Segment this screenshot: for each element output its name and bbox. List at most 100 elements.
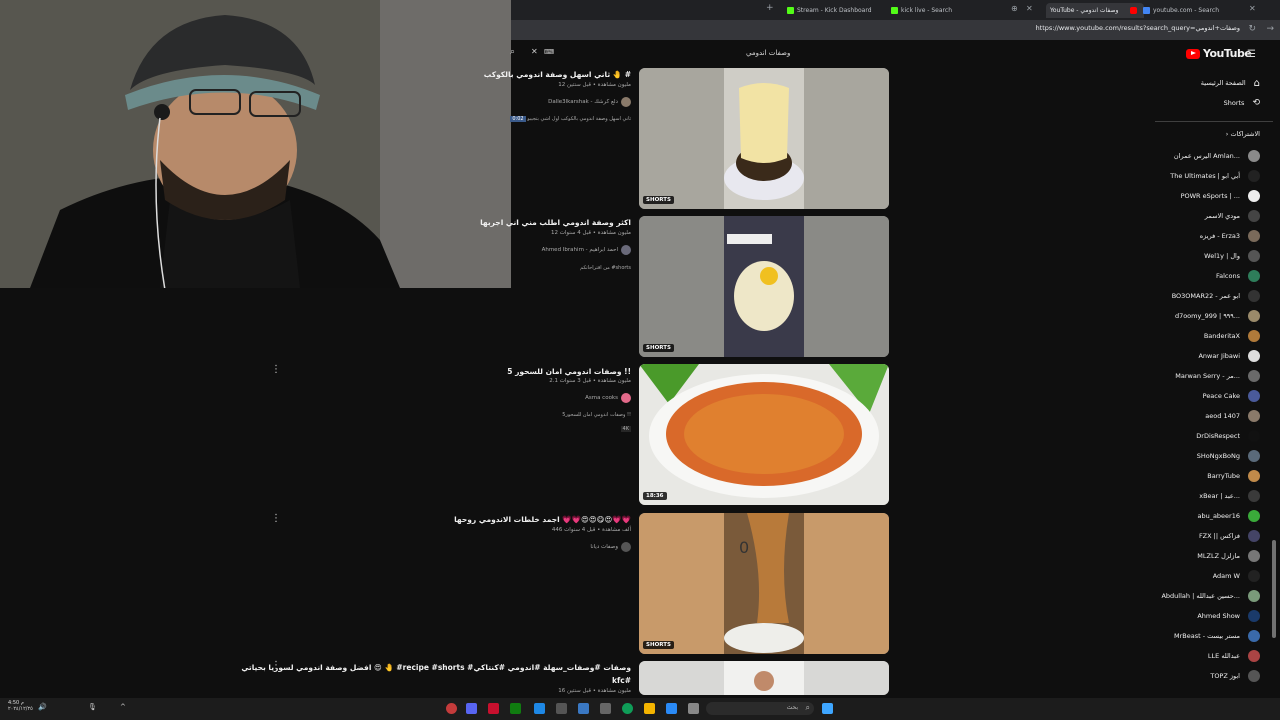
app-icon[interactable]: [534, 703, 545, 714]
close-tab-icon[interactable]: ✕: [1249, 4, 1256, 13]
sidebar-subscription-item[interactable]: BanderitaX: [1204, 328, 1260, 344]
subscription-name: MLZLZ مازلزل: [1197, 552, 1240, 560]
search-input[interactable]: وصفات اندومي: [746, 49, 790, 57]
sidebar-subscription-item[interactable]: SHoNgxBoNg: [1197, 448, 1260, 464]
video-thumbnail[interactable]: [639, 661, 889, 695]
tab-kick-dashboard[interactable]: Stream - Kick Dashboard: [787, 3, 887, 18]
search-icon[interactable]: ⌕: [510, 47, 515, 57]
sidebar-subscription-item[interactable]: BO3OMAR22 - ابو عمر: [1172, 288, 1260, 304]
subscription-name: Ahmed Show: [1197, 612, 1240, 620]
shorts-icon: ⟲: [1252, 98, 1260, 108]
channel-avatar: [1248, 330, 1260, 342]
more-options-icon[interactable]: ⋮: [271, 513, 281, 524]
app-icon[interactable]: [666, 703, 677, 714]
sidebar-subscription-item[interactable]: مودي الاسمر: [1205, 208, 1260, 224]
channel-avatar: [1248, 350, 1260, 362]
sidebar-subscription-item[interactable]: FZX || فزاكس: [1199, 528, 1260, 544]
channel-avatar: [1248, 670, 1260, 682]
video-thumbnail[interactable]: 18:36: [639, 364, 889, 505]
video-title[interactable]: اكثر وصفة اندومي اطلب مني اني اجربها: [480, 218, 631, 227]
channel-avatar[interactable]: [621, 245, 631, 255]
microphone-icon[interactable]: 🎙: [88, 703, 97, 711]
sidebar-subscription-item[interactable]: Falcons: [1216, 268, 1260, 284]
sidebar-subscription-item[interactable]: Peace Cake: [1203, 388, 1260, 404]
sidebar-subscription-item[interactable]: BarryTube: [1207, 468, 1260, 484]
youtube-play-icon: [1186, 48, 1200, 59]
video-title[interactable]: 5 وصفات اندومي امان للسحور !!: [507, 367, 631, 376]
channel-link[interactable]: Dalle3lkarshak - دلع كرشك: [548, 97, 631, 107]
sidebar-item-shorts[interactable]: Shorts ⟲: [1224, 95, 1260, 111]
channel-link[interactable]: Asma cooks: [585, 393, 631, 403]
new-tab-icon[interactable]: +: [766, 3, 774, 13]
video-thumbnail[interactable]: 0 SHORTS: [639, 513, 889, 654]
video-thumbnail[interactable]: SHORTS: [639, 216, 889, 357]
video-thumbnail[interactable]: SHORTS: [639, 68, 889, 209]
sidebar-subscription-item[interactable]: POWR eSports | ...: [1181, 188, 1260, 204]
sidebar-subscription-item[interactable]: The Ultimates | أبي ابو: [1170, 168, 1260, 184]
app-icon[interactable]: [688, 703, 699, 714]
channel-avatar[interactable]: [621, 393, 631, 403]
sidebar-item-home[interactable]: الصفحة الرئيسية ⌂: [1201, 75, 1260, 91]
thumbnail-image: 0: [639, 513, 889, 654]
chevron-up-icon[interactable]: ^: [120, 703, 126, 711]
address-bar[interactable]: https://www.youtube.com/results?search_q…: [511, 20, 1280, 40]
taskbar-search[interactable]: ⌕ بحث: [706, 702, 814, 715]
edge-icon[interactable]: [622, 703, 633, 714]
taskbar-clock[interactable]: 4:50 م ٢٠٢٤/١٢/٢٥: [8, 700, 33, 712]
close-tab-icon[interactable]: ✕: [1026, 4, 1033, 13]
reload-icon[interactable]: ↻: [1248, 24, 1256, 34]
timestamp-chip[interactable]: 0:02: [510, 116, 526, 122]
app-icon[interactable]: [578, 703, 589, 714]
channel-avatar: [1248, 630, 1260, 642]
sidebar-subscription-item[interactable]: TOPZ ابوز: [1210, 668, 1260, 684]
subscription-name: POWR eSports | ...: [1180, 192, 1240, 200]
sidebar-subscription-item[interactable]: aeod 1407: [1205, 408, 1260, 424]
video-title[interactable]: اجمد خلطات الاندومي روحها 💗💗😍😍😋😍💗💗: [454, 515, 631, 524]
sidebar-subscription-item[interactable]: LLE عبدالله: [1208, 648, 1260, 664]
file-explorer-icon[interactable]: [644, 703, 655, 714]
video-title[interactable]: افضل وصفة اندومي لسوريا بحياتي 😍 🤚 #reci…: [241, 663, 631, 672]
sidebar-subscription-item[interactable]: d7oomy_999 | ٩٩٩...: [1175, 308, 1260, 324]
windows-start-icon[interactable]: [822, 703, 833, 714]
channel-link[interactable]: وصفات ديانا: [590, 542, 631, 552]
sidebar-subscription-item[interactable]: xBear | عبد...: [1199, 488, 1260, 504]
sidebar-subscription-item[interactable]: Marwan Serry - مر...: [1175, 368, 1260, 384]
sidebar-subscription-item[interactable]: DrDisRespect: [1196, 428, 1260, 444]
sidebar-subscription-item[interactable]: Ahmed Show: [1197, 608, 1260, 624]
app-icon[interactable]: [600, 703, 611, 714]
sidebar-subscription-item[interactable]: MrBeast - مستر بيست: [1174, 628, 1260, 644]
tab-youtube-search[interactable]: youtube.com - Search: [1143, 3, 1243, 18]
close-tab-icon[interactable]: ⊕: [1011, 4, 1018, 13]
sidebar-subscription-item[interactable]: Wel1y | وال: [1204, 248, 1260, 264]
app-icon[interactable]: [488, 703, 499, 714]
sidebar-subscription-item[interactable]: abu_abeer16: [1197, 508, 1260, 524]
channel-avatar[interactable]: [621, 97, 631, 107]
sidebar-subscription-item[interactable]: اليرس عمران Amlan...: [1174, 148, 1260, 164]
tab-kick-search[interactable]: kick live - Search: [891, 3, 1011, 18]
app-icon[interactable]: [556, 703, 567, 714]
clear-search-icon[interactable]: ✕: [531, 47, 538, 56]
xbox-icon[interactable]: [510, 703, 521, 714]
sidebar-subscription-item[interactable]: MLZLZ مازلزل: [1197, 548, 1260, 564]
video-title-continued[interactable]: kfc#: [612, 676, 631, 685]
sidebar-subscription-item[interactable]: Anwar Jibawi: [1198, 348, 1260, 364]
sidebar-scrollbar[interactable]: [1272, 540, 1276, 638]
channel-link[interactable]: Ahmed Ibrahim - احمد ابراهيم: [542, 245, 631, 255]
discord-icon[interactable]: [466, 703, 477, 714]
back-icon[interactable]: →: [1266, 24, 1274, 34]
video-title[interactable]: ثاني اسهل وصفة اندومي بالكوكب 🤚 #: [484, 70, 631, 79]
more-options-icon[interactable]: ⋮: [271, 364, 281, 375]
speaker-icon[interactable]: 🔊: [38, 703, 47, 711]
more-options-icon[interactable]: ⋮: [271, 660, 281, 671]
url-text[interactable]: https://www.youtube.com/results?search_q…: [1036, 24, 1240, 32]
sidebar-subscription-item[interactable]: Abdullah | حسين عبدالله...: [1161, 588, 1260, 604]
keyboard-icon[interactable]: ⌨: [544, 48, 554, 56]
sidebar-subscription-item[interactable]: فريزه - Erza3: [1200, 228, 1260, 244]
sidebar-subscription-item[interactable]: Adam W: [1213, 568, 1260, 584]
menu-icon[interactable]: ☰: [1247, 49, 1256, 60]
subscription-name: d7oomy_999 | ٩٩٩...: [1174, 312, 1240, 320]
youtube-logo[interactable]: YouTube: [1186, 47, 1252, 60]
channel-avatar[interactable]: [621, 542, 631, 552]
subscriptions-header[interactable]: › الاشتراكات: [1226, 130, 1260, 138]
obs-icon[interactable]: [446, 703, 457, 714]
